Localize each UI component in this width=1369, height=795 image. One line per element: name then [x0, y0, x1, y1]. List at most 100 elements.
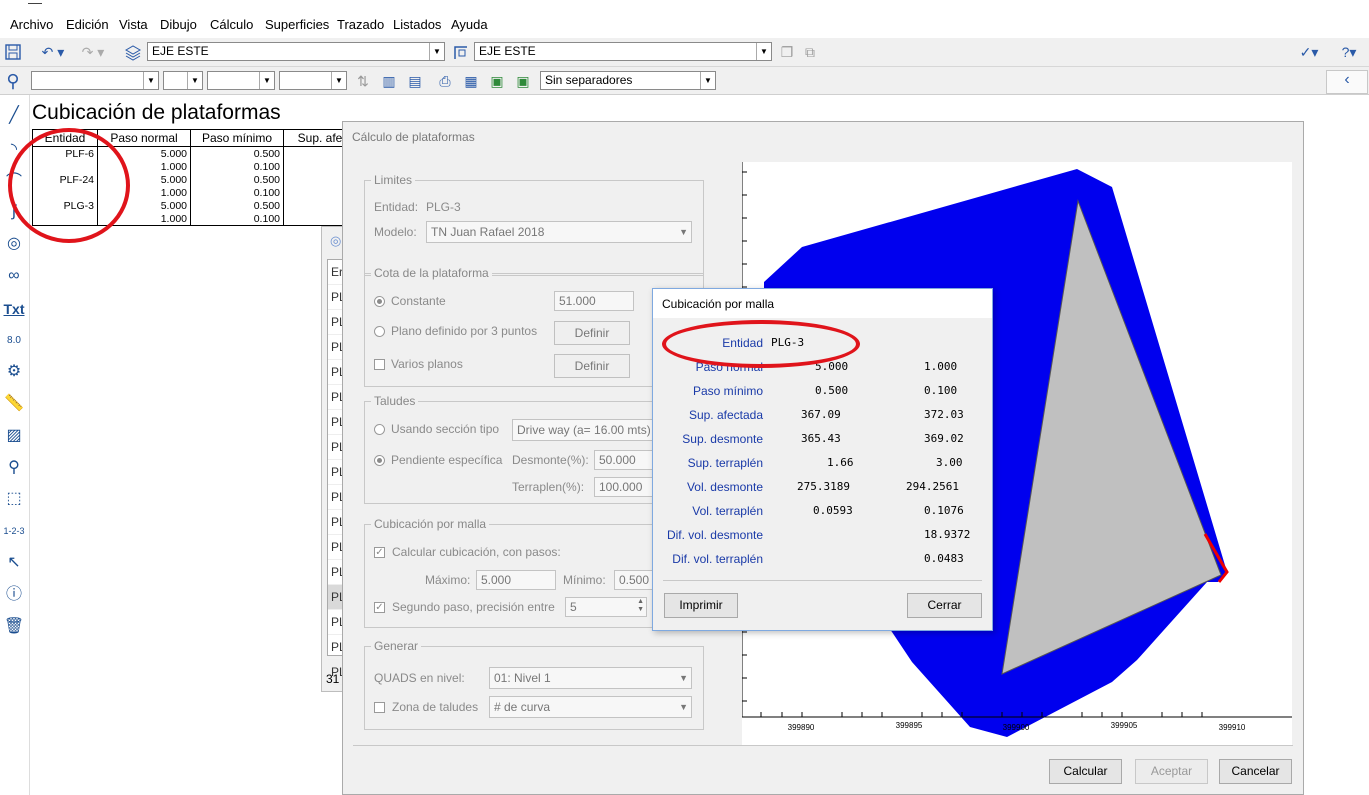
seccion-select[interactable]: Drive way (a= 16.00 mts) — [512, 419, 657, 441]
dimension-icon[interactable]: 8.0 — [3, 330, 25, 352]
pin-icon[interactable]: ⚲ — [3, 457, 25, 479]
desmonte-label: Desmonte(%): — [512, 453, 589, 467]
layers-icon[interactable] — [124, 43, 142, 61]
definir-plano-button[interactable]: Definir — [554, 321, 630, 345]
chevron-down-icon: ▼ — [331, 72, 346, 89]
copy-icon[interactable]: ❐ — [778, 43, 796, 61]
font-combo[interactable]: ▼ — [31, 71, 159, 90]
export-icon[interactable]: ▣ — [488, 72, 506, 90]
size-combo[interactable]: ▼ — [163, 71, 203, 90]
zona-select[interactable]: # de curva ▼ — [489, 696, 692, 718]
axis-combo-1-value: EJE ESTE — [152, 44, 209, 58]
calcular-checkbox[interactable]: ✓ — [374, 547, 385, 558]
arrange-icon[interactable]: ⧉ — [801, 43, 819, 61]
excel-icon[interactable]: ▦ — [462, 72, 480, 90]
info-icon[interactable]: ⓘ — [3, 584, 25, 606]
color-combo[interactable]: ▼ — [279, 71, 347, 90]
numbering-icon[interactable]: 1-2-3 — [3, 520, 25, 542]
constante-radio[interactable] — [374, 296, 385, 307]
polygon-icon[interactable]: ⚙ — [3, 361, 25, 383]
spinner-arrows-icon[interactable]: ▲ ▼ — [637, 598, 644, 614]
slopes-legend: Taludes — [371, 394, 419, 408]
check-icon[interactable]: ✓▾ — [1294, 43, 1324, 61]
menu-dibujo[interactable]: Dibujo — [160, 17, 197, 32]
plano-radio[interactable] — [374, 326, 385, 337]
menu-superficies[interactable]: Superficies — [265, 17, 329, 32]
result-label: Dif. vol. terraplén — [672, 552, 763, 566]
model-select[interactable]: TN Juan Rafael 2018 ▼ — [426, 221, 692, 243]
definir-varios-button[interactable]: Definir — [554, 354, 630, 378]
minimize-icon[interactable]: — — [28, 0, 1311, 10]
axis-combo-2[interactable]: EJE ESTE ▼ — [474, 42, 772, 61]
menu-listados[interactable]: Listados — [393, 17, 441, 32]
menu-calculo[interactable]: Cálculo — [210, 17, 253, 32]
line-icon[interactable]: ╱ — [3, 105, 25, 127]
image-icon[interactable]: ▨ — [3, 425, 25, 447]
axis-tool-icon[interactable] — [452, 43, 470, 61]
format-toolbar: ⚲ ▼ ▼ ▼ ▼ ⇅ ▥ ▤ ⎙ ▦ ▣ ▣ Sin separadores ▼… — [0, 67, 1369, 95]
print-icon[interactable]: ⎙ — [436, 72, 454, 90]
rows-icon[interactable]: ▤ — [406, 72, 424, 90]
redo-icon[interactable]: ↷ ▾ — [78, 43, 108, 61]
segundo-checkbox[interactable]: ✓ — [374, 602, 385, 613]
style-combo[interactable]: ▼ — [207, 71, 275, 90]
menu-ayuda[interactable]: Ayuda — [451, 17, 488, 32]
chevron-left-icon[interactable]: ‹ — [1326, 70, 1368, 94]
model-value: TN Juan Rafael 2018 — [431, 225, 545, 239]
calcular-button[interactable]: Calcular — [1049, 759, 1122, 784]
cancelar-button[interactable]: Cancelar — [1219, 759, 1292, 784]
constante-input[interactable]: 51.000 — [554, 291, 634, 311]
minimo-label: Mínimo: — [563, 573, 606, 587]
menu-vista[interactable]: Vista — [119, 17, 148, 32]
segundo-label: Segundo paso, precisión entre — [392, 600, 555, 614]
quads-select[interactable]: 01: Nivel 1 ▼ — [489, 667, 692, 689]
maximo-input[interactable]: 5.000 — [476, 570, 556, 590]
menu-archivo[interactable]: Archivo — [10, 17, 53, 32]
infinite-line-icon[interactable]: ∞ — [3, 265, 25, 287]
cerrar-button[interactable]: Cerrar — [907, 593, 982, 618]
result-value-2: 0.0483 — [924, 552, 964, 565]
help-icon[interactable]: ?▾ — [1334, 43, 1364, 61]
columns-icon[interactable]: ▥ — [380, 72, 398, 90]
undo-icon[interactable]: ↶ ▾ — [38, 43, 68, 61]
trash-icon[interactable]: 🗑 — [3, 616, 25, 638]
aceptar-button[interactable]: Aceptar — [1135, 759, 1208, 784]
menu-trazado[interactable]: Trazado — [337, 17, 384, 32]
segundo-spinner[interactable]: 5 ▲ ▼ — [565, 597, 647, 617]
result-label: Sup. desmonte — [682, 432, 763, 446]
quads-label: QUADS en nivel: — [374, 671, 465, 685]
chevron-down-icon: ▼ — [679, 673, 688, 683]
pendiente-radio[interactable] — [374, 455, 385, 466]
zona-checkbox[interactable] — [374, 702, 385, 713]
imprimir-button[interactable]: Imprimir — [664, 593, 738, 618]
desmonte-input[interactable]: 50.000 — [594, 450, 658, 470]
axis-combo-1[interactable]: EJE ESTE ▼ — [147, 42, 445, 61]
minimo-input[interactable]: 0.500 — [614, 570, 656, 590]
chevron-down-icon: ▼ — [679, 702, 688, 712]
result-value-1: 0.0593 — [813, 504, 853, 517]
terraplen-label: Terraplen(%): — [512, 480, 585, 494]
save-icon[interactable] — [4, 43, 22, 61]
search-icon[interactable]: ⚲ — [4, 72, 22, 90]
terraplen-input[interactable]: 100.000 — [594, 477, 658, 497]
x-tick-label: 399895 — [896, 721, 923, 730]
sort-icon[interactable]: ⇅ — [354, 72, 372, 90]
cell-minimo: 0.100 — [190, 212, 284, 226]
result-value-2: 18.9372 — [924, 528, 971, 541]
mesh-result-title: Cubicación por malla — [662, 297, 775, 311]
circle-icon[interactable]: ◎ — [3, 233, 25, 255]
seccion-label: Usando sección tipo — [391, 422, 500, 436]
dialog-title: Cálculo de plataformas — [352, 130, 475, 144]
separators-combo[interactable]: Sin separadores ▼ — [540, 71, 716, 90]
text-icon[interactable]: Txt — [3, 298, 25, 320]
ruler-icon[interactable]: 📏 — [3, 393, 25, 415]
node-edit-icon[interactable]: ⬚ — [3, 488, 25, 510]
result-value-2: 372.03 — [924, 408, 964, 421]
seccion-radio[interactable] — [374, 424, 385, 435]
generate-legend: Generar — [371, 639, 422, 653]
cursor-icon[interactable]: ↖ — [3, 552, 25, 574]
menu-edicion[interactable]: Edición — [66, 17, 109, 32]
export-add-icon[interactable]: ▣ — [514, 72, 532, 90]
varios-checkbox[interactable] — [374, 359, 385, 370]
window-title-bar: — — [0, 0, 1369, 12]
